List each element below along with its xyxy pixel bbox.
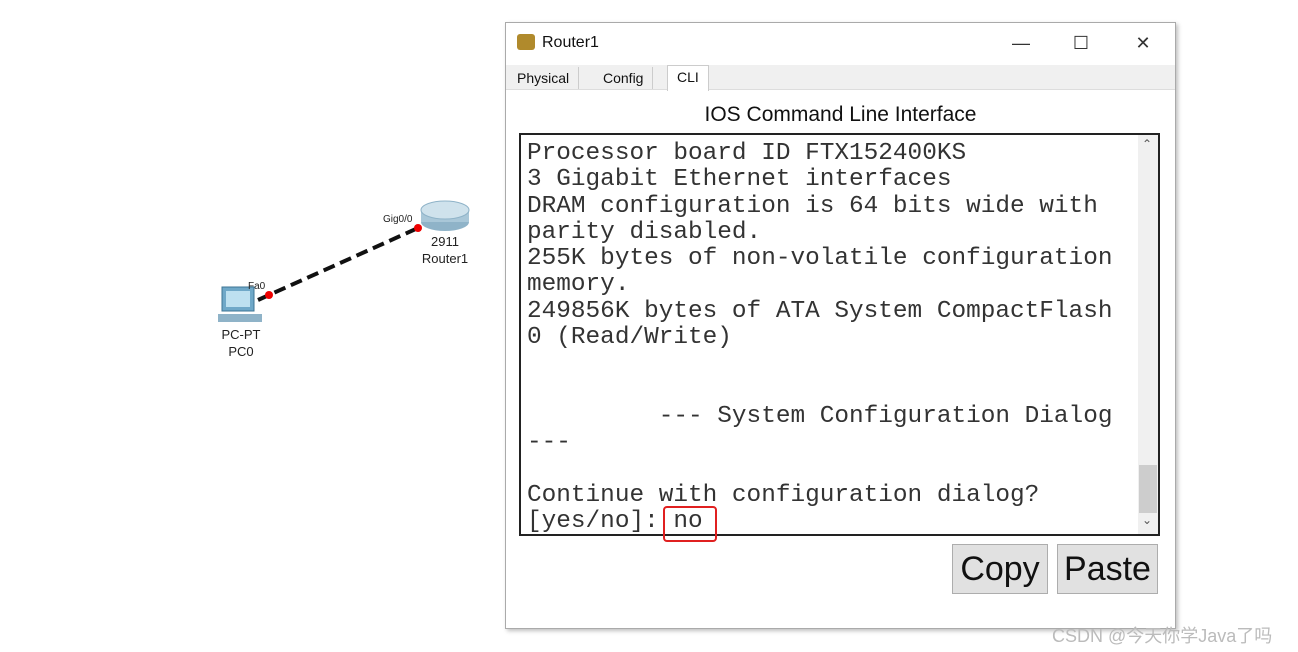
scroll-up-icon[interactable]: ⌃ xyxy=(1142,137,1152,151)
terminal-line: 255K bytes of non-volatile configuration xyxy=(527,245,1113,273)
terminal-scrollbar[interactable]: ⌃ ⌄ xyxy=(1138,135,1158,534)
terminal-line: 249856K bytes of ATA System CompactFlash xyxy=(527,297,1113,325)
port-dot-fa0 xyxy=(265,291,273,299)
terminal-line: DRAM configuration is 64 bits wide with xyxy=(527,192,1098,220)
terminal-line: 3 Gigabit Ethernet interfaces xyxy=(527,166,952,194)
copy-button[interactable]: Copy xyxy=(952,544,1048,594)
highlight-box xyxy=(663,506,717,542)
scroll-down-icon[interactable]: ⌄ xyxy=(1142,513,1152,527)
tab-bar: Physical Config CLI xyxy=(506,65,1175,91)
terminal-line: [yes/no]: no xyxy=(527,508,703,536)
terminal-line: Processor board ID FTX152400KS xyxy=(527,140,967,167)
terminal-line: 0 (Read/Write) xyxy=(527,324,732,352)
router-model-label: 2911 xyxy=(431,234,459,249)
tab-config[interactable]: Config xyxy=(594,67,654,89)
pc-icon xyxy=(218,286,262,322)
terminal-line: --- xyxy=(527,429,571,457)
terminal-output: Processor board ID FTX152400KS 3 Gigabit … xyxy=(527,140,1113,536)
pc-name-label: PC0 xyxy=(228,344,254,359)
terminal-line: Continue with configuration dialog? xyxy=(527,481,1040,509)
tab-physical[interactable]: Physical xyxy=(508,67,580,89)
terminal-line: parity disabled. xyxy=(527,218,762,246)
scrollbar-thumb[interactable] xyxy=(1139,465,1157,513)
port-label-fa0: Fa0 xyxy=(248,281,266,292)
tab-cli[interactable]: CLI xyxy=(667,65,709,91)
minimize-button[interactable]: — xyxy=(1006,31,1036,55)
port-dot-gig0 xyxy=(414,224,422,232)
router-app-icon xyxy=(517,34,535,50)
port-label-gig0: Gig0/0 xyxy=(383,214,413,225)
maximize-button[interactable]: ☐ xyxy=(1066,31,1096,55)
paste-button[interactable]: Paste xyxy=(1057,544,1158,594)
pc-type-label: PC-PT xyxy=(221,327,261,342)
close-button[interactable]: ✕ xyxy=(1128,31,1158,55)
title-bar[interactable]: Router1 — ☐ ✕ xyxy=(506,23,1175,63)
cli-heading: IOS Command Line Interface xyxy=(704,103,977,126)
router-window: Router1 — ☐ ✕ Physical Config CLI IOS Co… xyxy=(505,22,1176,629)
router-icon xyxy=(420,200,470,231)
terminal-line: memory. xyxy=(527,271,630,299)
watermark: CSDN @今天你学Java了吗 xyxy=(1052,626,1273,646)
terminal-line: --- System Configuration Dialog xyxy=(527,402,1113,430)
cli-terminal[interactable]: Processor board ID FTX152400KS 3 Gigabit … xyxy=(519,133,1160,536)
window-title: Router1 xyxy=(542,34,599,51)
router-name-label: Router1 xyxy=(421,251,469,266)
ethernet-link xyxy=(257,226,419,302)
